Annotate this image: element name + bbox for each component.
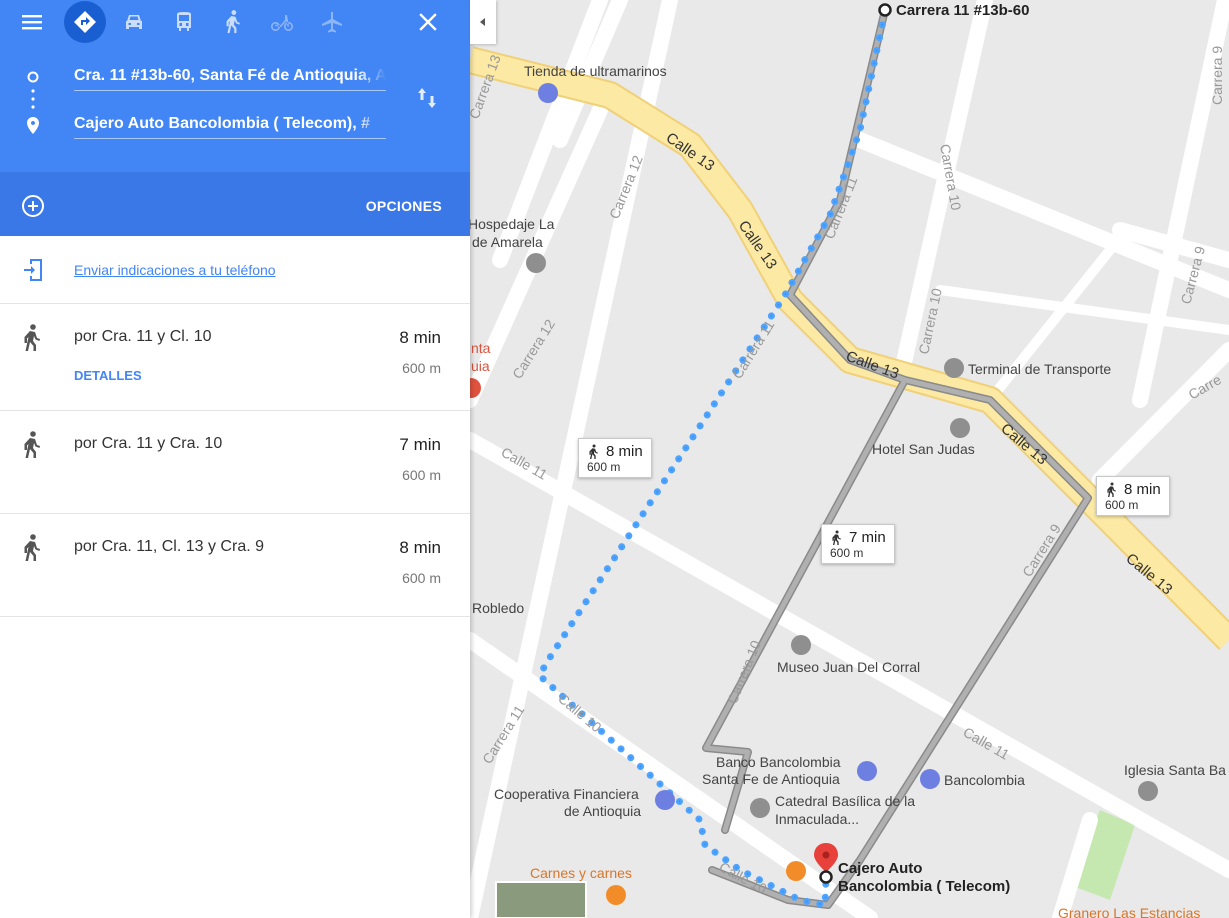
callout-time: 8 min	[606, 443, 643, 460]
walk-icon	[832, 530, 841, 545]
place-label: Robledo	[472, 600, 524, 616]
route-callout[interactable]: 8 min 600 m	[1096, 476, 1170, 516]
place-label: Inmaculada...	[775, 811, 859, 827]
destination-input[interactable]: Cajero Auto Bancolombia ( Telecom), #	[74, 115, 386, 139]
start-marker[interactable]	[878, 3, 892, 17]
place-label: Hospedaje La	[468, 216, 555, 232]
street-label: Carrera 9	[1209, 46, 1225, 105]
collapse-panel-button[interactable]	[470, 0, 496, 44]
restaurant-icon[interactable]	[786, 861, 806, 881]
place-label: uia	[471, 358, 490, 374]
options-button[interactable]: OPCIONES	[366, 198, 442, 214]
menu-button[interactable]	[14, 4, 50, 40]
send-to-phone-row: Enviar indicaciones a tu teléfono	[0, 236, 470, 304]
callout-distance: 600 m	[1105, 498, 1139, 512]
place-label: Museo Juan Del Corral	[777, 659, 920, 675]
route-option[interactable]: por Cra. 11 y Cl. 10 8 min 600 m DETALLE…	[0, 304, 470, 411]
bicycle-mode-button[interactable]	[264, 4, 300, 40]
start-label: Carrera 11 #13b-60	[896, 2, 1029, 19]
details-link[interactable]: DETALLES	[74, 368, 142, 383]
place-label: Catedral Basílica de la	[775, 793, 915, 809]
add-destination-icon[interactable]	[21, 194, 45, 218]
place-label: de Amarela	[472, 234, 543, 250]
bank-icon[interactable]	[655, 790, 675, 810]
flight-icon	[322, 12, 342, 33]
car-mode-button[interactable]	[116, 4, 152, 40]
route-time: 7 min	[399, 435, 441, 454]
satellite-thumbnail[interactable]	[495, 881, 587, 918]
destination-label: Cajero Auto	[838, 860, 922, 877]
route-distance: 600 m	[402, 570, 441, 586]
origin-circle-icon	[27, 71, 39, 83]
directions-panel: Cra. 11 #13b-60, Santa Fé de Antioquia, …	[0, 0, 470, 918]
church-icon[interactable]	[750, 798, 770, 818]
route-via: por Cra. 11, Cl. 13 y Cra. 9	[74, 538, 264, 555]
send-to-phone-icon[interactable]	[22, 258, 44, 282]
route-option[interactable]: por Cra. 11, Cl. 13 y Cra. 9 8 min 600 m	[0, 514, 470, 617]
route-dots-icon	[31, 89, 35, 109]
callout-distance: 600 m	[830, 546, 864, 560]
place-label: Bancolombia	[944, 772, 1025, 788]
walk-icon	[24, 324, 40, 351]
route-distance: 600 m	[402, 467, 441, 483]
bank-icon[interactable]	[857, 761, 877, 781]
place-label: de Antioquia	[564, 803, 641, 819]
send-to-phone-link[interactable]: Enviar indicaciones a tu teléfono	[74, 262, 276, 278]
walk-icon	[24, 431, 40, 458]
flight-mode-button[interactable]	[314, 4, 350, 40]
directions-header: Cra. 11 #13b-60, Santa Fé de Antioquia, …	[0, 0, 470, 172]
shop-icon[interactable]	[538, 83, 558, 103]
place-label: Tienda de ultramarinos	[524, 63, 667, 79]
route-via: por Cra. 11 y Cl. 10	[74, 328, 212, 345]
directions-mode-button[interactable]	[64, 1, 106, 43]
menu-icon	[22, 15, 42, 30]
chevron-left-icon	[480, 18, 485, 26]
place-label: Hotel San Judas	[872, 441, 975, 457]
restaurant-icon[interactable]	[606, 885, 626, 905]
route-time: 8 min	[399, 328, 441, 347]
route-via: por Cra. 11 y Cra. 10	[74, 435, 223, 452]
walk-mode-button[interactable]	[215, 4, 251, 40]
transit-mode-button[interactable]	[166, 4, 202, 40]
options-bar: OPCIONES	[0, 172, 470, 236]
destination-pin-icon	[27, 117, 39, 134]
place-label: Carnes y carnes	[530, 865, 632, 881]
route-option[interactable]: por Cra. 11 y Cra. 10 7 min 600 m	[0, 411, 470, 514]
walk-icon	[589, 444, 598, 459]
place-label: Banco Bancolombia	[716, 754, 841, 770]
place-label: nta	[471, 340, 491, 356]
transit-icon	[177, 12, 191, 31]
place-label: Cooperativa Financiera	[494, 786, 639, 802]
swap-icon[interactable]	[417, 86, 439, 110]
callout-distance: 600 m	[587, 460, 621, 474]
origin-input[interactable]: Cra. 11 #13b-60, Santa Fé de Antioquia, …	[74, 67, 386, 91]
destination-label: Bancolombia ( Telecom)	[838, 878, 1010, 895]
close-button[interactable]	[410, 4, 446, 40]
route-distance: 600 m	[402, 360, 441, 376]
place-label: Terminal de Transporte	[968, 361, 1111, 377]
place-label: Iglesia Santa Ba	[1124, 762, 1226, 778]
place-label: Santa Fe de Antioquia	[702, 771, 840, 787]
walk-icon	[24, 534, 40, 561]
close-icon	[419, 13, 437, 31]
hotel-icon[interactable]	[950, 418, 970, 438]
walk-icon	[1107, 482, 1116, 497]
directions-icon	[74, 11, 96, 33]
route-callout[interactable]: 7 min 600 m	[821, 524, 895, 564]
car-icon	[126, 15, 142, 29]
callout-time: 7 min	[849, 529, 886, 546]
hotel-icon[interactable]	[526, 253, 546, 273]
callout-time: 8 min	[1124, 481, 1161, 498]
museum-icon[interactable]	[791, 635, 811, 655]
bus-station-icon[interactable]	[944, 358, 964, 378]
walk-icon	[226, 10, 240, 34]
bank-icon[interactable]	[920, 769, 940, 789]
route-callout[interactable]: 8 min 600 m	[578, 438, 652, 478]
place-label: Granero Las Estancias	[1058, 905, 1200, 918]
church-icon[interactable]	[1138, 781, 1158, 801]
route-time: 8 min	[399, 538, 441, 557]
bicycle-icon	[271, 15, 294, 31]
